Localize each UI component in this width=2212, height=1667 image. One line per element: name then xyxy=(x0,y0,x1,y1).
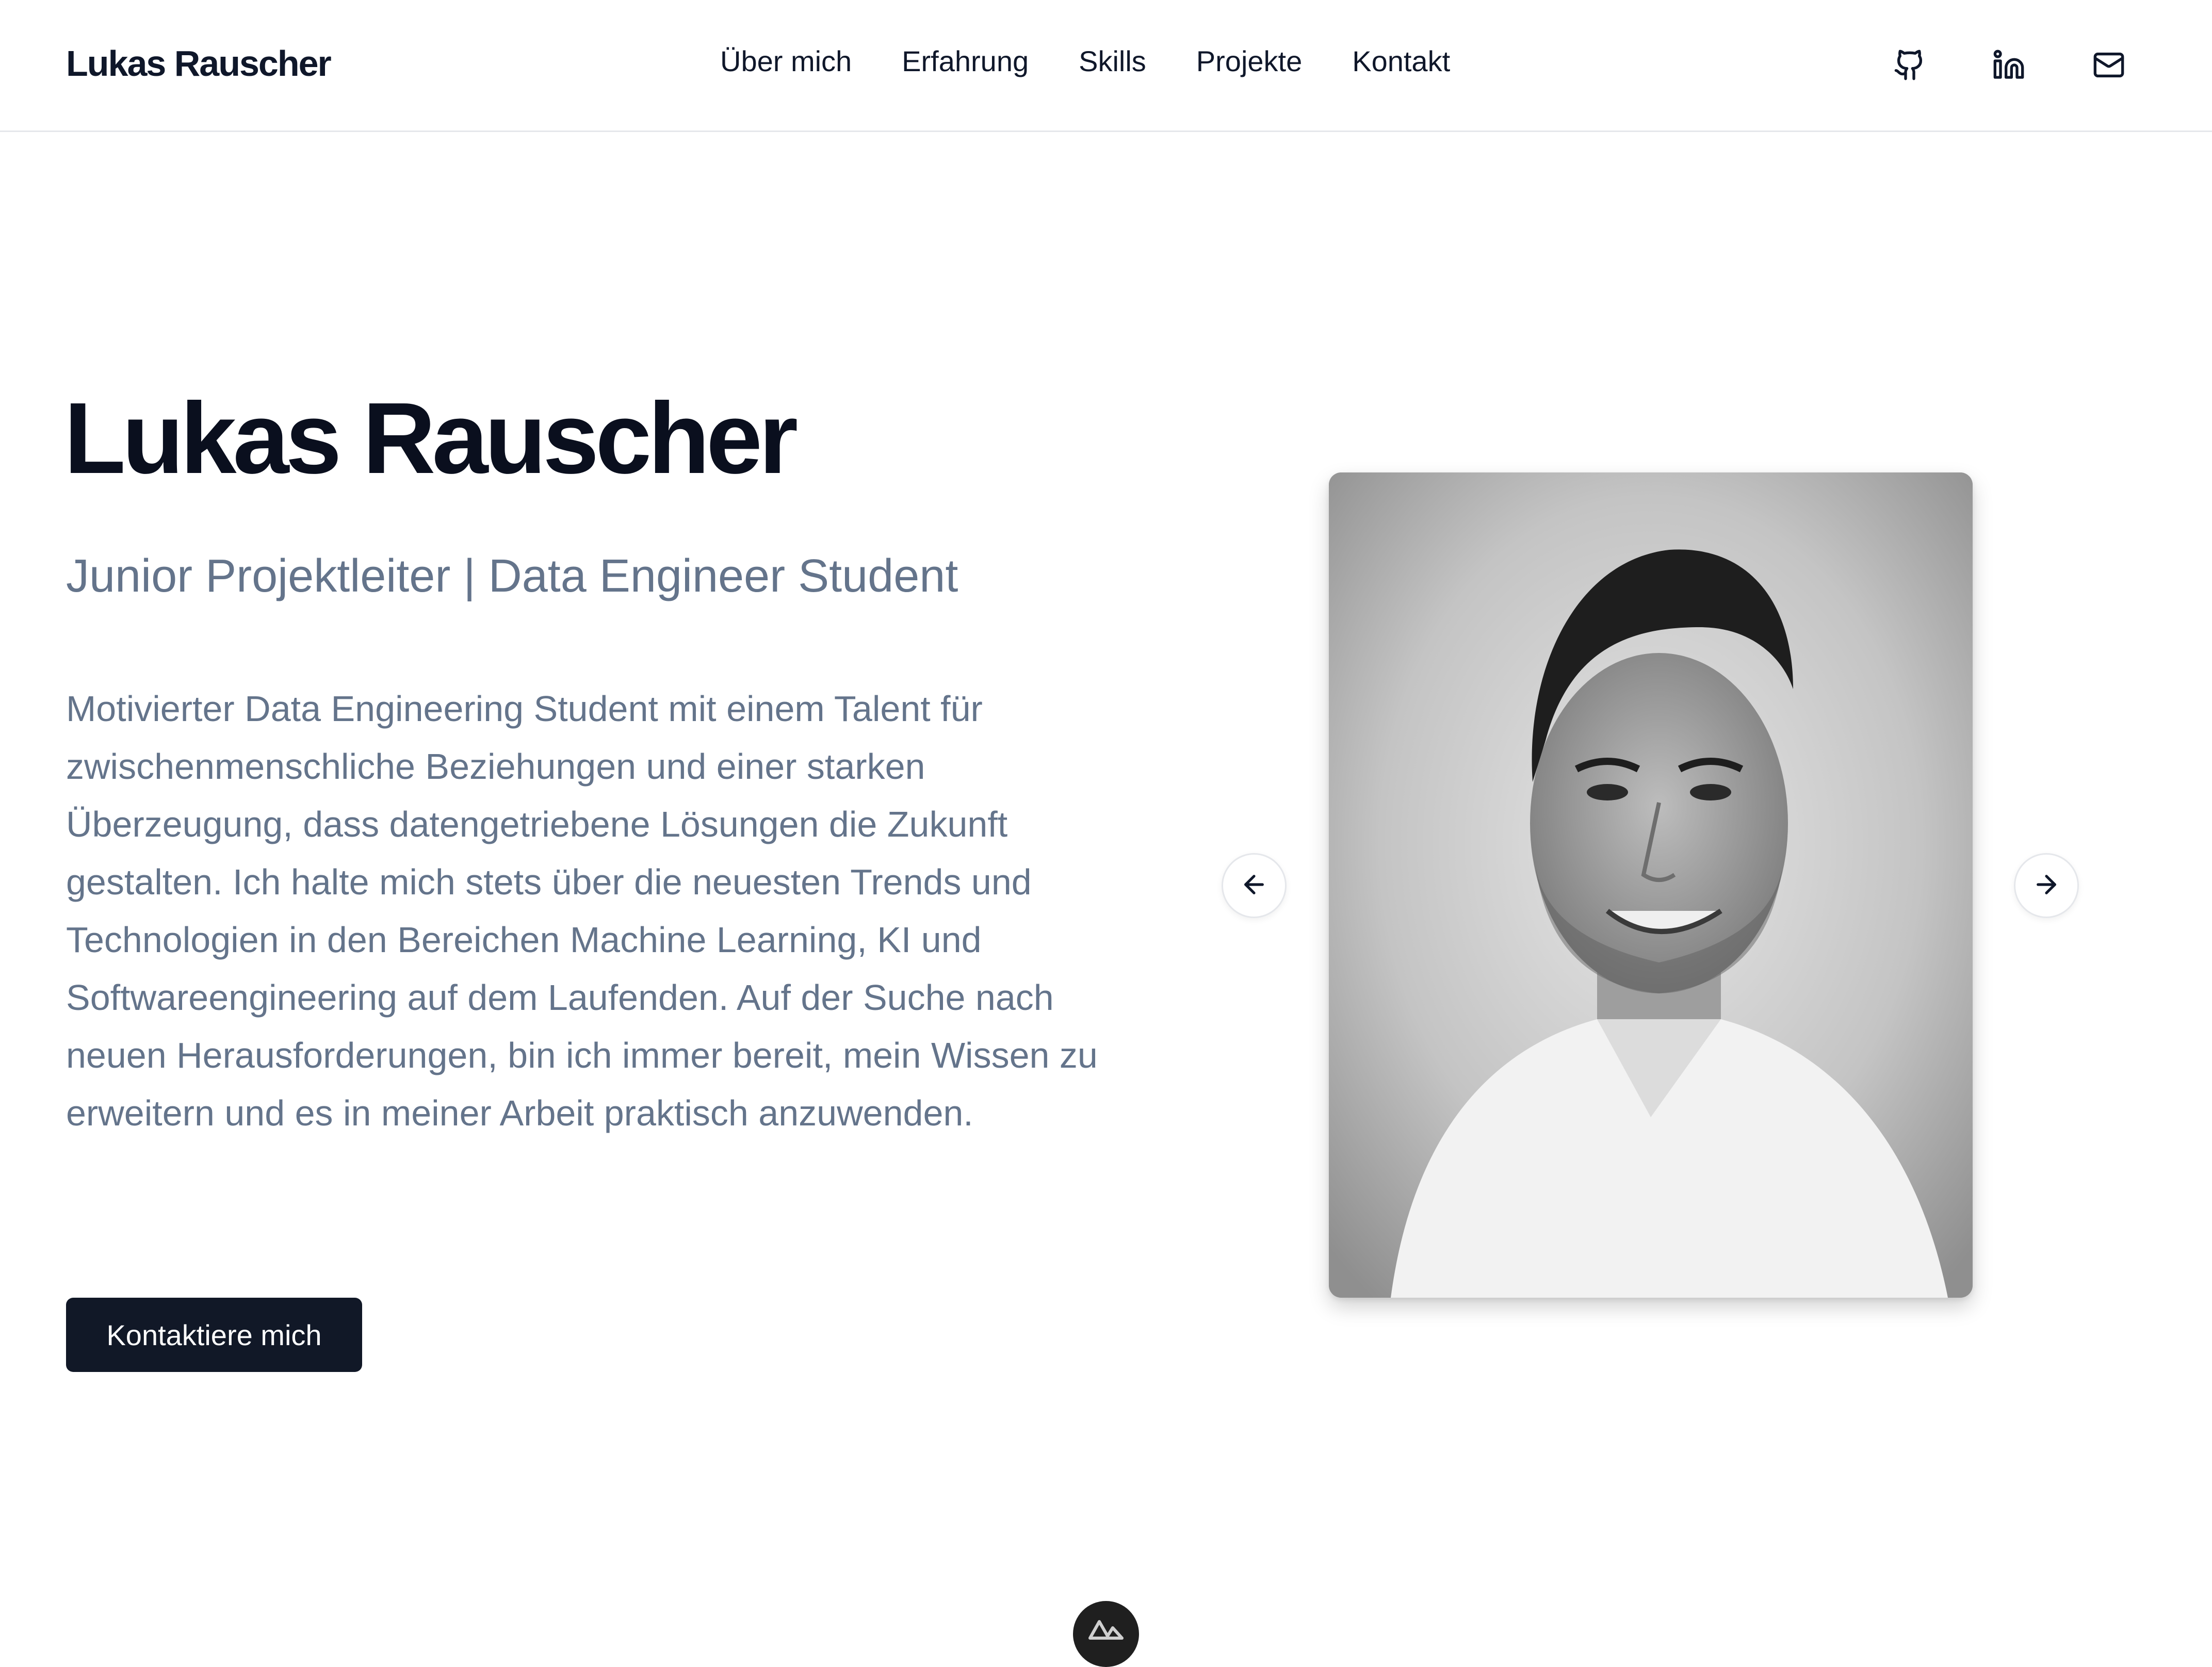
contact-button[interactable]: Kontaktiere mich xyxy=(66,1298,362,1372)
carousel-prev-button[interactable] xyxy=(1222,853,1287,918)
hero-description: Motivierter Data Engineering Student mit… xyxy=(66,689,1098,1133)
nuxt-logo-icon xyxy=(1088,1616,1124,1643)
github-icon xyxy=(1893,48,1926,84)
mail-link[interactable] xyxy=(2089,46,2128,86)
nuxt-devtools-badge[interactable] xyxy=(1073,1601,1139,1667)
nav-item-projekte[interactable]: Projekte xyxy=(1196,44,1302,78)
carousel-next-button[interactable] xyxy=(2014,853,2079,918)
arrow-left-icon xyxy=(1240,870,1268,902)
nav-item-skills[interactable]: Skills xyxy=(1079,44,1146,78)
main-nav: Über mich Erfahrung Skills Projekte Kont… xyxy=(720,44,1450,78)
linkedin-icon xyxy=(1992,48,2025,84)
hero-title: Lukas Rauscher xyxy=(64,382,798,495)
linkedin-link[interactable] xyxy=(1989,46,2028,86)
hero-subtitle: Junior Projektleiter | Data Engineer Stu… xyxy=(66,550,958,602)
arrow-right-icon xyxy=(2032,870,2061,902)
nav-item-ueber-mich[interactable]: Über mich xyxy=(720,44,852,78)
nav-item-kontakt[interactable]: Kontakt xyxy=(1352,44,1450,78)
portrait-photo xyxy=(1329,472,1973,1298)
site-header: Lukas Rauscher Über mich Erfahrung Skill… xyxy=(0,0,2212,132)
github-link[interactable] xyxy=(1890,46,1929,86)
mail-icon xyxy=(2092,48,2125,84)
nav-item-erfahrung[interactable]: Erfahrung xyxy=(902,44,1029,78)
brand-name[interactable]: Lukas Rauscher xyxy=(66,43,332,84)
